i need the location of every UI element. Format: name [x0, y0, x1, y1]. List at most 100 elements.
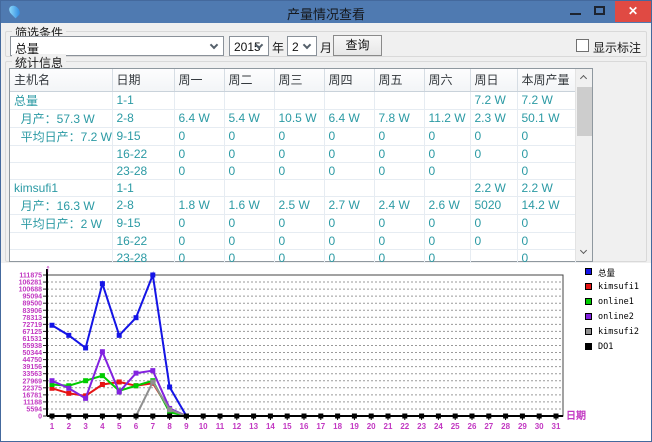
table-cell[interactable]: 0	[224, 232, 274, 249]
table-scrollbar[interactable]	[575, 69, 592, 261]
table-cell[interactable]: 0	[174, 162, 224, 179]
table-cell[interactable]: 0	[274, 214, 324, 232]
table-cell[interactable]: 50.1 W	[517, 109, 575, 127]
table-cell[interactable]: 2.6 W	[424, 196, 470, 214]
table-cell[interactable]: 0	[174, 127, 224, 145]
table-cell[interactable]: 0	[274, 145, 324, 162]
table-cell[interactable]: 23-28	[112, 162, 174, 179]
table-cell[interactable]: 0	[424, 145, 470, 162]
table-cell[interactable]: 1-1	[112, 91, 174, 109]
table-cell[interactable]: 0	[424, 162, 470, 179]
table-cell[interactable]: 0	[274, 232, 324, 249]
table-cell[interactable]: 16-22	[112, 145, 174, 162]
table-cell[interactable]: 0	[374, 214, 424, 232]
table-cell[interactable]: 7.2 W	[470, 91, 517, 109]
table-cell[interactable]: 0	[517, 145, 575, 162]
table-row[interactable]: 月产：16.3 W2-81.8 W1.6 W2.5 W2.7 W2.4 W2.6…	[10, 196, 575, 214]
table-cell[interactable]: 0	[470, 127, 517, 145]
table-cell[interactable]: 2.3 W	[470, 109, 517, 127]
close-button[interactable]: ✕	[615, 1, 651, 22]
table-cell[interactable]: 0	[374, 145, 424, 162]
table-cell[interactable]	[424, 179, 470, 196]
column-header[interactable]: 本周产量	[517, 69, 575, 91]
table-cell[interactable]: 0	[517, 214, 575, 232]
table-cell[interactable]: 0	[470, 145, 517, 162]
table-cell[interactable]: 0	[374, 232, 424, 249]
table-row[interactable]: 16-2200000000	[10, 145, 575, 162]
column-header[interactable]: 周五	[374, 69, 424, 91]
table-row[interactable]: kimsufi11-1 2.2 W2.2 W	[10, 179, 575, 196]
table-cell[interactable]: 0	[224, 162, 274, 179]
table-cell[interactable]: 0	[174, 232, 224, 249]
table-cell[interactable]: 2.7 W	[324, 196, 374, 214]
table-cell[interactable]: 月产：16.3 W	[10, 196, 112, 214]
table-row[interactable]: 总量1-1 7.2 W7.2 W	[10, 91, 575, 109]
show-labels-checkbox[interactable]: 显示标注	[576, 38, 646, 52]
table-cell[interactable]: 0	[424, 127, 470, 145]
year-select[interactable]: 2015	[229, 36, 269, 56]
table-cell[interactable]: 5.4 W	[224, 109, 274, 127]
table-cell[interactable]: 0	[374, 127, 424, 145]
table-cell[interactable]	[324, 91, 374, 109]
table-cell[interactable]: 0	[174, 145, 224, 162]
table-cell[interactable]: 月产：57.3 W	[10, 109, 112, 127]
table-row[interactable]: 23-280000000	[10, 162, 575, 179]
table-cell[interactable]: 0	[224, 127, 274, 145]
table-cell[interactable]	[224, 179, 274, 196]
table-row[interactable]: 16-2200000000	[10, 232, 575, 249]
table-cell[interactable]: 0	[174, 214, 224, 232]
table-cell[interactable]: 0	[424, 214, 470, 232]
table-cell[interactable]	[224, 91, 274, 109]
table-cell[interactable]: 9-15	[112, 214, 174, 232]
column-header[interactable]: 周二	[224, 69, 274, 91]
table-cell[interactable]	[274, 91, 324, 109]
table-cell[interactable]: 0	[517, 162, 575, 179]
table-cell[interactable]: 0	[517, 232, 575, 249]
table-cell[interactable]	[324, 179, 374, 196]
table-row[interactable]: 月产：57.3 W2-86.4 W5.4 W10.5 W6.4 W7.8 W11…	[10, 109, 575, 127]
table-cell[interactable]: 0	[374, 162, 424, 179]
table-cell[interactable]: 0	[517, 127, 575, 145]
table-cell[interactable]: 0	[324, 127, 374, 145]
table-cell[interactable]: 7.8 W	[374, 109, 424, 127]
column-header[interactable]: 周日	[470, 69, 517, 91]
table-cell[interactable]: 6.4 W	[324, 109, 374, 127]
table-cell[interactable]: 14.2 W	[517, 196, 575, 214]
table-cell[interactable]: 2.2 W	[517, 179, 575, 196]
column-header[interactable]: 周六	[424, 69, 470, 91]
table-cell[interactable]: 2.4 W	[374, 196, 424, 214]
column-header[interactable]: 周三	[274, 69, 324, 91]
table-cell[interactable]: 0	[324, 232, 374, 249]
table-cell[interactable]: 6.4 W	[174, 109, 224, 127]
table-cell[interactable]	[374, 179, 424, 196]
table-cell[interactable]: 0	[470, 214, 517, 232]
table-cell[interactable]	[174, 179, 224, 196]
table-cell[interactable]: 2-8	[112, 109, 174, 127]
column-header[interactable]: 日期	[112, 69, 174, 91]
table-cell[interactable]: 0	[274, 162, 324, 179]
table-cell[interactable]: 0	[424, 232, 470, 249]
category-select[interactable]: 总量	[10, 36, 224, 56]
table-cell[interactable]: 5020	[470, 196, 517, 214]
table-cell[interactable]	[10, 145, 112, 162]
table-cell[interactable]: 1-1	[112, 179, 174, 196]
table-cell[interactable]: kimsufi1	[10, 179, 112, 196]
table-cell[interactable]	[374, 91, 424, 109]
table-cell[interactable]: 11.2 W	[424, 109, 470, 127]
table-cell[interactable]: 总量	[10, 91, 112, 109]
scroll-down-button[interactable]	[576, 244, 593, 261]
table-cell[interactable]	[174, 91, 224, 109]
table-cell[interactable]: 0	[324, 214, 374, 232]
scrollbar-thumb[interactable]	[577, 87, 592, 136]
query-button[interactable]: 查询	[333, 35, 382, 56]
table-cell[interactable]: 10.5 W	[274, 109, 324, 127]
table-cell[interactable]: 1.6 W	[224, 196, 274, 214]
table-cell[interactable]: 0	[324, 145, 374, 162]
table-cell[interactable]: 7.2 W	[517, 91, 575, 109]
table-row[interactable]: 平均日产：7.2 W9-1500000000	[10, 127, 575, 145]
table-cell[interactable]	[470, 162, 517, 179]
table-cell[interactable]: 2.2 W	[470, 179, 517, 196]
table-cell[interactable]	[10, 232, 112, 249]
table-cell[interactable]: 16-22	[112, 232, 174, 249]
column-header[interactable]: 周一	[174, 69, 224, 91]
